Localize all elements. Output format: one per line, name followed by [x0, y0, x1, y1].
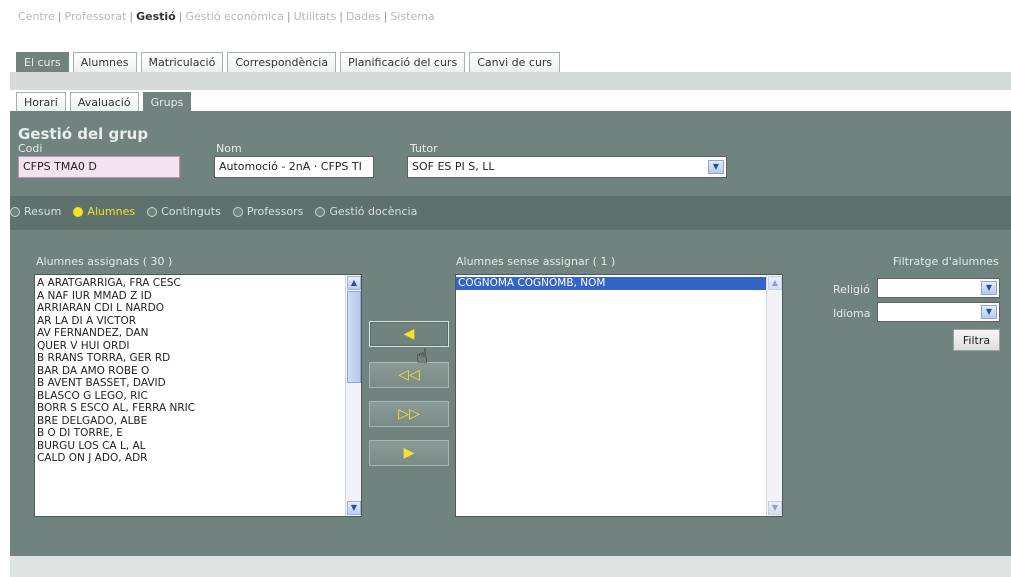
page-title: Gestió del grup — [18, 125, 149, 143]
tab-canvi-de-curs[interactable]: Canvi de curs — [469, 52, 561, 72]
move-all-left-button[interactable]: ◁◁ — [369, 362, 449, 388]
tab-avaluacio[interactable]: Avaluació — [69, 92, 139, 112]
codi-field[interactable]: CFPS TMA0 D — [18, 156, 180, 178]
list-item[interactable]: BURGU LOS CA L, AL — [35, 440, 361, 453]
chevron-down-icon[interactable]: ▼ — [981, 305, 997, 319]
radio-alumnes[interactable]: Alumnes — [73, 205, 135, 218]
list-item[interactable]: COGNOMA COGNOMB, NOM — [456, 277, 782, 290]
tab-grups[interactable]: Grups — [142, 92, 192, 112]
chevron-down-icon[interactable]: ▼ — [708, 160, 724, 174]
nom-label: Nom — [216, 142, 242, 155]
unassigned-list[interactable]: COGNOMA COGNOMB, NOM ▲ ▼ — [455, 274, 783, 517]
codi-label: Codi — [18, 142, 43, 155]
top-navigation: Centre | Professorat | Gestió | Gestió econòmi… — [18, 10, 435, 23]
move-left-button[interactable]: ◀ — [369, 321, 449, 347]
tutor-label: Tutor — [410, 142, 438, 155]
tab-alumnes[interactable]: Alumnes — [72, 52, 137, 72]
list-item[interactable]: B O DI TORRE, E — [35, 427, 361, 440]
nav-centre[interactable]: Centre — [18, 10, 55, 23]
radio-icon — [10, 206, 20, 217]
radio-icon — [147, 206, 158, 217]
nav-utilitats[interactable]: Utilitats — [294, 10, 337, 23]
radio-icon — [232, 206, 243, 217]
list-item[interactable]: QUER V HUI ORDI — [35, 340, 361, 353]
list-item[interactable]: BAR DA AMO ROBE O — [35, 365, 361, 378]
list-item[interactable]: ARRIARAN CDI L NARDO — [35, 302, 361, 315]
list-item[interactable]: B RRANS TORRA, GER RD — [35, 352, 361, 365]
idioma-select[interactable]: ▼ — [877, 302, 1000, 322]
filter-button[interactable]: Filtra — [953, 329, 1000, 351]
list-item[interactable]: BLASCO G LEGO, RIC — [35, 390, 361, 403]
assigned-list[interactable]: A ARATGARRIGA, FRA CESC A NAF IUR MMAD Z … — [34, 274, 362, 517]
assigned-label: Alumnes assignats ( 30 ) — [36, 255, 173, 268]
primary-tabs: El curs Alumnes Matriculació Correspondè… — [16, 50, 561, 72]
assigned-scrollbar[interactable]: ▲ ▼ — [345, 275, 361, 516]
tab-band — [10, 72, 1011, 90]
nav-professorat[interactable]: Professorat — [65, 10, 127, 23]
list-item[interactable]: CALD ON J ADO, ADR — [35, 452, 361, 465]
double-arrow-left-icon: ◁◁ — [398, 367, 420, 383]
arrow-right-icon: ▶ — [403, 445, 415, 461]
radio-gestio-docencia[interactable]: Gestió docència — [315, 205, 417, 218]
chevron-down-icon[interactable]: ▼ — [981, 281, 997, 295]
nav-gestio[interactable]: Gestió — [136, 10, 176, 23]
arrow-left-icon: ◀ — [403, 326, 415, 342]
radio-icon — [315, 206, 326, 217]
hand-cursor-icon: ☝ — [416, 344, 429, 368]
tab-el-curs[interactable]: El curs — [16, 52, 69, 72]
tab-horari[interactable]: Horari — [16, 92, 66, 112]
nav-dades[interactable]: Dades — [346, 10, 381, 23]
tab-planificacio[interactable]: Planificació del curs — [340, 52, 466, 72]
list-item[interactable]: B AVENT BASSET, DAVID — [35, 377, 361, 390]
list-item[interactable]: A ARATGARRIGA, FRA CESC — [35, 277, 361, 290]
tutor-select[interactable]: SOF ES PI S, LL ▼ — [407, 156, 727, 178]
footer-band — [10, 556, 1011, 577]
group-header: Gestió del grup Codi CFPS TMA0 D Nom Aut… — [10, 119, 1011, 196]
nav-sistema[interactable]: Sistema — [390, 10, 434, 23]
filter-title: Filtratge d'alumnes — [893, 255, 999, 268]
double-arrow-right-icon: ▷▷ — [398, 406, 420, 422]
scroll-up-icon[interactable]: ▲ — [347, 276, 361, 290]
move-right-button[interactable]: ▶ — [369, 440, 449, 466]
nom-field[interactable]: Automoció - 2nA · CFPS TI — [214, 156, 374, 178]
list-item[interactable]: A NAF IUR MMAD Z ID — [35, 290, 361, 303]
radio-resum[interactable]: Resum — [10, 205, 61, 218]
unassigned-items: COGNOMA COGNOMB, NOM — [456, 275, 782, 290]
tutor-value: SOF ES PI S, LL — [412, 160, 495, 173]
nav-gestio-economica[interactable]: Gestió econòmica — [185, 10, 283, 23]
scroll-thumb[interactable] — [347, 291, 361, 383]
assigned-items: A ARATGARRIGA, FRA CESC A NAF IUR MMAD Z … — [35, 275, 361, 465]
radio-selected-icon — [73, 206, 84, 217]
scroll-down-icon[interactable]: ▼ — [347, 501, 361, 515]
list-item[interactable]: BORR S ESCO AL, FERRA NRIC — [35, 402, 361, 415]
unassigned-label: Alumnes sense assignar ( 1 ) — [456, 255, 616, 268]
religio-label: Religió — [833, 283, 870, 296]
move-all-right-button[interactable]: ▷▷ — [369, 401, 449, 427]
religio-select[interactable]: ▼ — [877, 278, 1000, 298]
idioma-label: Idioma — [833, 307, 871, 320]
secondary-tabs: Horari Avaluació Grups — [16, 90, 192, 112]
scroll-down-icon[interactable]: ▼ — [768, 501, 782, 515]
list-item[interactable]: BRE DELGADO, ALBE — [35, 415, 361, 428]
subtab-band — [10, 111, 1011, 119]
tab-matriculacio[interactable]: Matriculació — [140, 52, 224, 72]
tab-correspondencia[interactable]: Correspondència — [227, 52, 337, 72]
section-radios: Resum Alumnes Continguts Professors Gest… — [10, 205, 417, 218]
radio-professors[interactable]: Professors — [232, 205, 303, 218]
scroll-up-icon[interactable]: ▲ — [768, 276, 782, 290]
list-item[interactable]: AR LA DI A VICTOR — [35, 315, 361, 328]
radio-continguts[interactable]: Continguts — [147, 205, 221, 218]
unassigned-scrollbar[interactable]: ▲ ▼ — [766, 275, 782, 516]
list-item[interactable]: AV FERNANDEZ, DAN — [35, 327, 361, 340]
